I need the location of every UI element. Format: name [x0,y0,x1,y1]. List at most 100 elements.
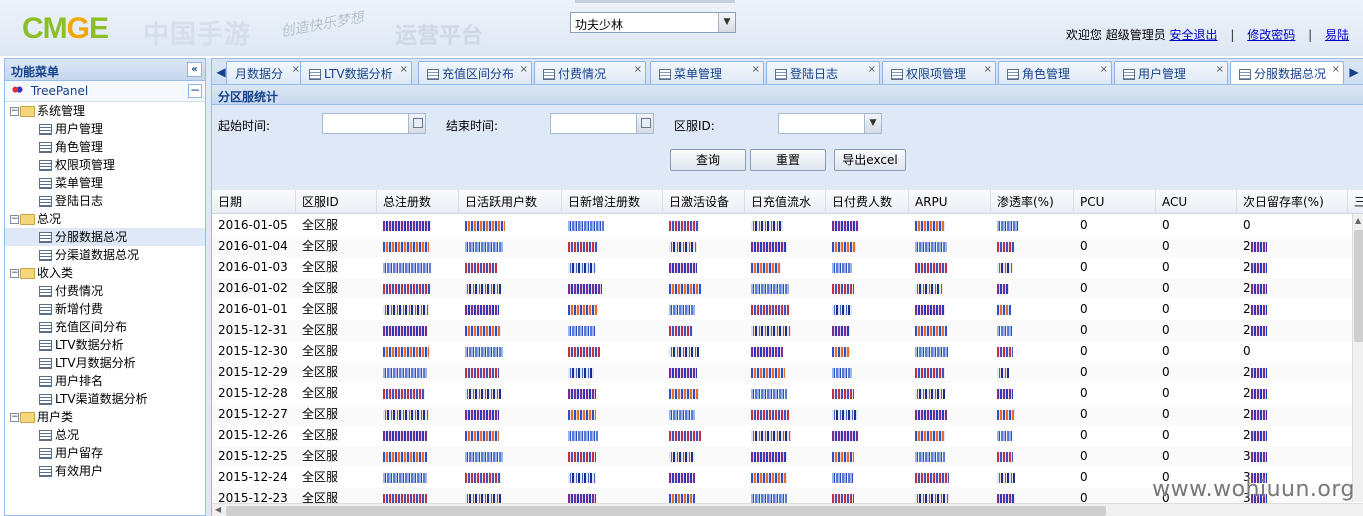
tree-item[interactable]: 角色管理 [5,138,205,156]
tree-item[interactable]: 权限项管理 [5,156,205,174]
column-header[interactable]: 区服ID [296,190,377,214]
table-row[interactable]: 2016-01-05 全区服 0 0 0 [212,215,1352,236]
tree-item[interactable]: 分服数据总况 [5,228,205,246]
column-header[interactable]: 总注册数 [377,190,459,214]
tree-toggle-icon[interactable]: − [10,413,19,422]
table-row[interactable]: 2015-12-30 全区服 0 0 0 [212,341,1352,362]
tree-group[interactable]: − 系统管理 [5,102,205,120]
table-row[interactable]: 2015-12-25 全区服 0 0 3 [212,446,1352,467]
tab[interactable]: 角色管理 × [998,61,1112,84]
column-header[interactable]: 日活跃用户数 [459,190,562,214]
change-password-link[interactable]: 修改密码 [1247,28,1295,42]
tree-toggle-icon[interactable]: − [10,107,19,116]
tab[interactable]: 充值区间分布 × [418,61,532,84]
tab[interactable]: 付费情况 × [534,61,646,84]
column-header[interactable]: 日付费人数 [826,190,909,214]
column-header[interactable]: 日期 [212,190,296,214]
end-time-input[interactable] [550,113,654,134]
tree-item[interactable]: 付费情况 [5,282,205,300]
exit-link[interactable]: 易陆 [1325,28,1349,42]
tab[interactable]: 用户管理 × [1114,61,1228,84]
redacted-value [465,346,503,357]
scrollbar-thumb[interactable] [226,506,1106,516]
close-icon[interactable]: × [634,64,642,75]
column-header[interactable]: 日新增注册数 [562,190,663,214]
table-row[interactable]: 2016-01-04 全区服 0 0 2 [212,236,1352,257]
table-row[interactable]: 2016-01-01 全区服 0 0 2 [212,299,1352,320]
scroll-left-icon[interactable]: ◀ [215,505,221,514]
tab[interactable]: LTV数据分析 × [300,61,412,84]
table-row[interactable]: 2015-12-27 全区服 0 0 2 [212,404,1352,425]
server-id-select[interactable]: ▼ [778,113,882,134]
tree-group[interactable]: − 用户类 [5,408,205,426]
export-excel-button[interactable]: 导出excel [834,149,906,171]
calendar-icon[interactable] [408,114,425,133]
tab[interactable]: 菜单管理 × [650,61,764,84]
tab[interactable]: 权限项管理 × [882,61,996,84]
column-header[interactable]: ACU [1156,190,1237,214]
tree-toggle-icon[interactable]: − [10,215,19,224]
tree-item[interactable]: 有效用户 [5,462,205,480]
chevron-down-icon[interactable]: ▼ [718,13,735,32]
scrollbar-thumb[interactable] [1354,230,1363,342]
table-row[interactable]: 2016-01-03 全区服 0 0 2 [212,257,1352,278]
tree-item[interactable]: 登陆日志 [5,192,205,210]
tree-item[interactable]: LTV渠道数据分析 [5,390,205,408]
tree-item[interactable]: 用户排名 [5,372,205,390]
calendar-icon[interactable] [636,114,653,133]
column-header[interactable]: 日激活设备 [663,190,745,214]
tree-item[interactable]: 总况 [5,426,205,444]
tab[interactable]: 分服数据总况 × [1230,61,1344,84]
collapse-tree-icon[interactable]: − [188,84,202,98]
table-row[interactable]: 2016-01-02 全区服 0 0 2 [212,278,1352,299]
column-header[interactable]: 渗透率(%) [991,190,1074,214]
close-icon[interactable]: × [984,64,992,75]
tab[interactable]: 登陆日志 × [766,61,880,84]
tree-group[interactable]: − 收入类 [5,264,205,282]
scroll-up-icon[interactable]: ▲ [1355,216,1361,225]
tree-item[interactable]: 用户留存 [5,444,205,462]
vertical-scrollbar[interactable]: ▲ [1352,214,1363,502]
table-cell: 2015-12-27 [218,407,288,421]
tree-toggle-icon[interactable]: − [10,269,19,278]
tree-group[interactable]: − 总况 [5,210,205,228]
start-time-input[interactable] [322,113,426,134]
close-icon[interactable]: × [752,64,760,75]
cmge-logo: CMGE [22,12,109,45]
table-row[interactable]: 2015-12-29 全区服 0 0 2 [212,362,1352,383]
close-icon[interactable]: × [400,64,408,75]
tree-item[interactable]: 菜单管理 [5,174,205,192]
logout-link[interactable]: 安全退出 [1170,28,1218,42]
tree-item[interactable]: 分渠道数据总况 [5,246,205,264]
chevron-down-icon[interactable]: ▼ [864,114,881,133]
redacted-value [383,367,427,378]
tree-item[interactable]: 用户管理 [5,120,205,138]
close-icon[interactable]: × [1100,64,1108,75]
column-header[interactable]: PCU [1074,190,1156,214]
redacted-value [568,409,596,420]
tree-item[interactable]: LTV月数据分析 [5,354,205,372]
close-icon[interactable]: × [1216,64,1224,75]
close-icon[interactable]: × [292,64,300,75]
column-header[interactable]: 次日留存率(%) [1237,190,1348,214]
tab-scroll-right-icon[interactable]: ▶ [1347,63,1361,81]
tree-item[interactable]: 新增付费 [5,300,205,318]
table-row[interactable]: 2015-12-28 全区服 0 0 2 [212,383,1352,404]
close-icon[interactable]: × [520,64,528,75]
game-select[interactable]: 功夫少林 ▼ [570,12,736,33]
reset-button[interactable]: 重置 [750,149,826,171]
column-header[interactable]: 日充值流水 [745,190,826,214]
tab[interactable]: 月数据分 × [226,61,304,84]
column-header[interactable]: ARPU [909,190,991,214]
redacted-value [1250,388,1267,399]
close-icon[interactable]: × [1332,64,1340,75]
column-header[interactable]: 三 [1348,190,1363,214]
horizontal-scrollbar[interactable]: ◀ [212,503,1363,516]
close-icon[interactable]: × [868,64,876,75]
collapse-panel-icon[interactable]: « [187,62,202,77]
tree-item[interactable]: 充值区间分布 [5,318,205,336]
table-row[interactable]: 2015-12-31 全区服 0 0 2 [212,320,1352,341]
table-row[interactable]: 2015-12-26 全区服 0 0 2 [212,425,1352,446]
query-button[interactable]: 查询 [670,149,746,171]
tree-item[interactable]: LTV数据分析 [5,336,205,354]
